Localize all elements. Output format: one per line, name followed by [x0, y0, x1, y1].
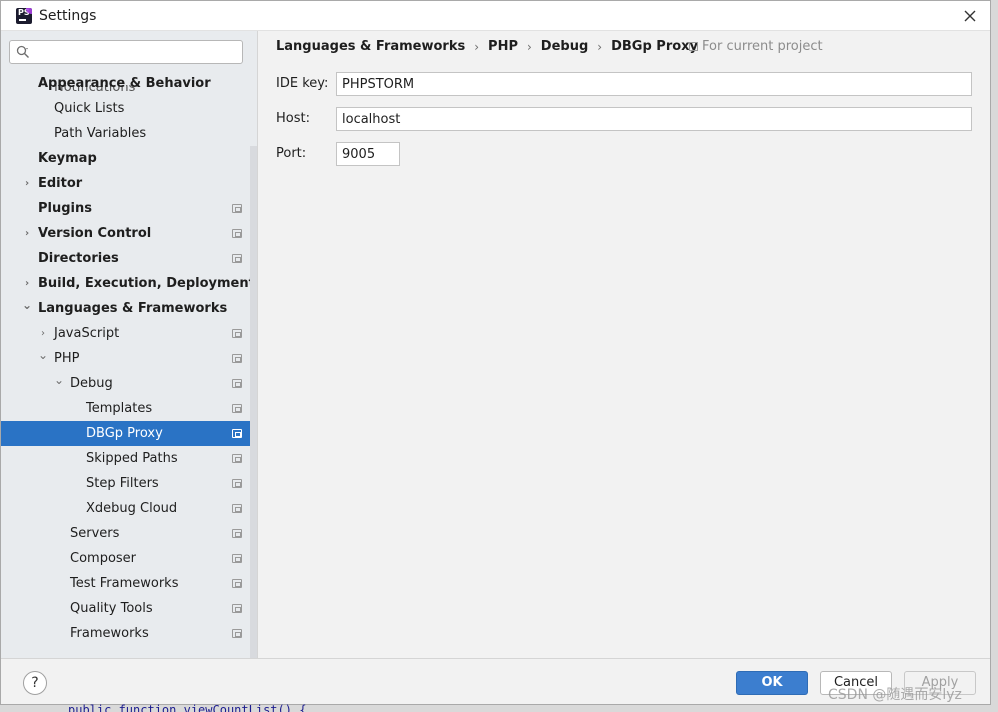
sidebar-item-label: Skipped Paths — [86, 451, 178, 466]
sidebar-item[interactable]: Templates — [1, 396, 250, 421]
settings-dialog: PS Settings Notifications Appearance & B… — [0, 0, 991, 705]
host-input[interactable] — [336, 107, 972, 131]
project-scope-icon — [232, 454, 242, 463]
watermark: CSDN @随遇而安lyz — [828, 687, 962, 703]
ide-key-input[interactable] — [336, 72, 972, 96]
sidebar-item-label: Frameworks — [70, 626, 149, 641]
sidebar-item-label: Test Frameworks — [70, 576, 179, 591]
sidebar-item-label: DBGp Proxy — [86, 426, 163, 441]
sidebar-item[interactable]: Test Frameworks — [1, 571, 250, 596]
host-label: Host: — [276, 111, 310, 126]
sidebar-item[interactable]: DBGp Proxy — [1, 421, 257, 446]
chevron-right-icon: › — [597, 39, 603, 54]
breadcrumb: Languages & Frameworks › PHP › Debug › DBGp Pr… — [276, 39, 698, 55]
project-scope-icon — [232, 429, 242, 438]
sidebar-item[interactable]: Quality Tools — [1, 596, 250, 621]
breadcrumb-item[interactable]: PHP — [488, 39, 518, 54]
sidebar-item[interactable]: Servers — [1, 521, 250, 546]
sidebar-item[interactable]: Xdebug Cloud — [1, 496, 250, 521]
project-scope-icon — [232, 479, 242, 488]
sidebar-item-label: Quick Lists — [54, 101, 125, 116]
sidebar-item-label: Quality Tools — [70, 601, 153, 616]
sidebar-item[interactable]: Plugins — [1, 196, 250, 221]
settings-content: Languages & Frameworks › PHP › Debug › DBGp Pr… — [259, 31, 990, 658]
chevron-down-icon[interactable]: ⌄ — [54, 368, 64, 393]
sidebar-scrollbar[interactable] — [250, 146, 257, 658]
sidebar-item-label: Directories — [38, 251, 119, 266]
project-scope-icon — [232, 404, 242, 413]
sidebar-item-label: Composer — [70, 551, 137, 566]
ok-button[interactable]: OK — [736, 671, 808, 695]
scope-label: For current project — [689, 39, 823, 54]
sidebar-item[interactable]: › Build, Execution, Deployment — [1, 271, 255, 296]
sidebar-item-label: Servers — [70, 526, 120, 541]
project-scope-icon — [232, 329, 242, 338]
chevron-down-icon[interactable]: ⌄ — [38, 343, 48, 368]
sidebar-item[interactable]: ⌄ PHP — [1, 346, 250, 371]
window-title: Settings — [39, 8, 97, 24]
close-icon — [964, 10, 976, 22]
sidebar-item-label: Appearance & Behavior — [38, 76, 211, 91]
port-input[interactable] — [336, 142, 400, 166]
scope-label-text: For current project — [702, 39, 823, 54]
sidebar-item-label: Xdebug Cloud — [86, 501, 178, 516]
project-scope-icon — [232, 504, 242, 513]
close-button[interactable] — [958, 4, 982, 28]
sidebar-item-label: Debug — [70, 376, 113, 391]
sidebar-item[interactable]: Skipped Paths — [1, 446, 250, 471]
sidebar-item-label: JavaScript — [54, 326, 120, 341]
sidebar-item[interactable]: ⌄ Languages & Frameworks — [1, 296, 250, 321]
sidebar-item-label: Keymap — [38, 151, 97, 166]
sidebar-item-label: Languages & Frameworks — [38, 301, 228, 316]
title-bar: PS Settings — [1, 1, 990, 31]
phpstorm-logo-icon: PS — [16, 8, 32, 24]
project-scope-icon — [232, 204, 242, 213]
project-scope-icon — [232, 254, 242, 263]
background-code: public function viewCountList() { — [68, 703, 307, 712]
sidebar-item[interactable]: Keymap — [1, 146, 250, 171]
search-input[interactable] — [34, 43, 234, 61]
help-button[interactable]: ? — [23, 671, 47, 695]
sidebar-item[interactable]: Quick Lists — [1, 96, 250, 121]
chevron-right-icon[interactable]: › — [22, 221, 32, 246]
sidebar-item-label: Plugins — [38, 201, 92, 216]
sidebar-item-label: Templates — [86, 401, 153, 416]
sidebar-item[interactable]: Path Variables — [1, 121, 250, 146]
sidebar-item[interactable]: Composer — [1, 546, 250, 571]
sidebar-item[interactable]: Directories — [1, 246, 250, 271]
ide-key-label: IDE key: — [276, 76, 329, 91]
project-scope-icon — [232, 554, 242, 563]
project-scope-icon — [689, 42, 698, 51]
chevron-right-icon: › — [474, 39, 480, 54]
sidebar-item-label: Editor — [38, 176, 83, 191]
project-scope-icon — [232, 379, 242, 388]
chevron-right-icon[interactable]: › — [22, 171, 32, 196]
sidebar-item[interactable]: › Version Control — [1, 221, 250, 246]
sidebar-item-label: Build, Execution, Deployment — [38, 276, 255, 291]
chevron-right-icon: › — [526, 39, 532, 54]
sidebar-item-label: Version Control — [38, 226, 152, 241]
project-scope-icon — [232, 579, 242, 588]
sidebar-item[interactable]: › Editor — [1, 171, 250, 196]
breadcrumb-item[interactable]: Languages & Frameworks — [276, 39, 465, 54]
settings-sidebar: Notifications Appearance & Behavior Quick… — [1, 31, 258, 658]
search-box[interactable] — [9, 40, 243, 64]
sidebar-item[interactable]: Step Filters — [1, 471, 250, 496]
project-scope-icon — [232, 629, 242, 638]
breadcrumb-item-current: DBGp Proxy — [611, 39, 699, 54]
project-scope-icon — [232, 529, 242, 538]
chevron-down-icon[interactable]: ⌄ — [22, 293, 32, 318]
sidebar-item[interactable]: Frameworks — [1, 621, 250, 646]
sidebar-item[interactable]: ⌄ Debug — [1, 371, 250, 396]
port-label: Port: — [276, 146, 307, 161]
search-icon — [16, 45, 29, 58]
sidebar-item-label: Step Filters — [86, 476, 159, 491]
sidebar-item[interactable]: Appearance & Behavior — [1, 71, 250, 96]
project-scope-icon — [232, 354, 242, 363]
sidebar-item-label: Path Variables — [54, 126, 147, 141]
breadcrumb-item[interactable]: Debug — [541, 39, 588, 54]
project-scope-icon — [232, 604, 242, 613]
project-scope-icon — [232, 229, 242, 238]
